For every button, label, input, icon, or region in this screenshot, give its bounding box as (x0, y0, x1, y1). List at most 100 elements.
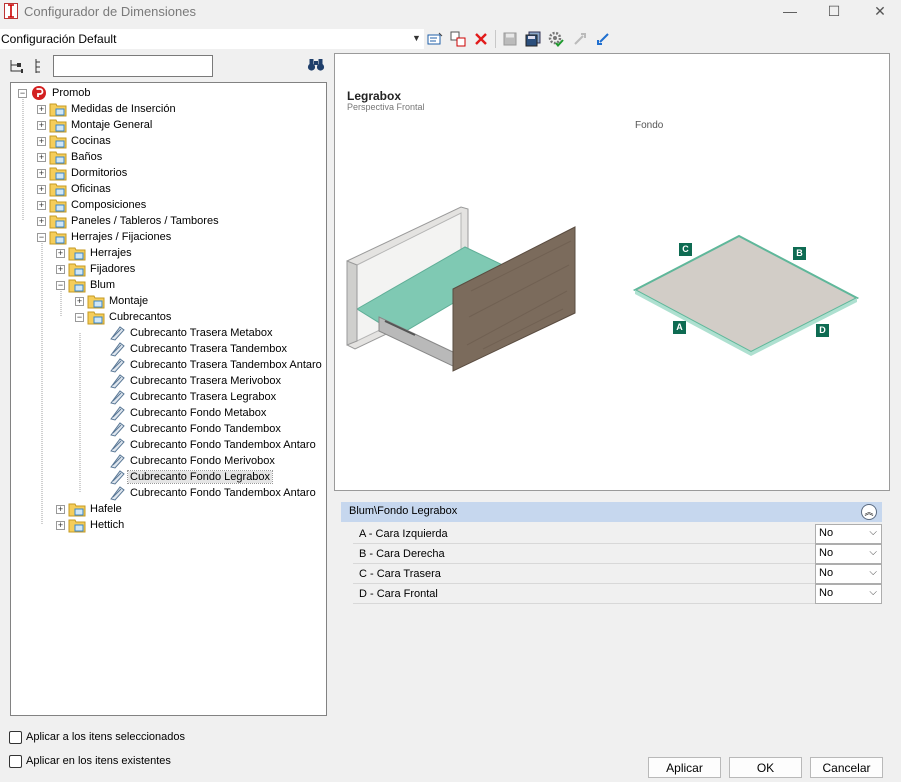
tree-node-herrajes-fijaciones[interactable]: − Herrajes / Fijaciones (37, 229, 173, 245)
delete-config-icon[interactable] (471, 29, 491, 49)
collapse-toggle[interactable]: − (75, 312, 84, 322)
tree-leaf[interactable]: Cubrecanto Fondo Tandembox (108, 421, 283, 437)
tree-leaf[interactable]: Cubrecanto Trasera Metabox (108, 325, 274, 341)
expand-toggle[interactable]: + (37, 184, 46, 194)
tree-node-label: Dormitorios (71, 167, 128, 179)
folder-icon (49, 151, 67, 165)
collapse-toggle[interactable]: − (37, 232, 46, 242)
property-group-header[interactable]: Blum\Fondo Legrabox ︽ (341, 502, 882, 522)
chevron-down-icon[interactable]: ⌵ (869, 547, 877, 558)
chevron-down-icon[interactable]: ⌵ (869, 567, 877, 578)
expand-toggle[interactable]: + (37, 200, 46, 210)
tree-node-label: Promob (52, 87, 91, 99)
folder-icon (87, 295, 105, 309)
property-label: B - Cara Derecha (359, 548, 445, 560)
tree-node-montaje[interactable]: + Montaje (75, 293, 150, 309)
apply-existing-label: Aplicar en los itens existentes (26, 755, 171, 767)
tree-leaf[interactable]: Cubrecanto Trasera Tandembox (108, 341, 289, 357)
property-select-a[interactable]: No ⌵ (815, 524, 882, 544)
tree-node-promob[interactable]: − Promob (18, 85, 93, 101)
tree-leaf[interactable]: Cubrecanto Trasera Legrabox (108, 389, 278, 405)
chevron-down-icon[interactable]: ⌵ (869, 587, 877, 598)
property-label: C - Cara Trasera (359, 568, 441, 580)
collapse-up-icon[interactable]: ︽ (861, 504, 877, 520)
expand-toggle[interactable]: + (37, 120, 46, 130)
tree-node-blum[interactable]: − Blum (56, 277, 117, 293)
binoculars-icon[interactable] (307, 58, 325, 74)
tree-leaf[interactable]: Cubrecanto Fondo Metabox (108, 405, 268, 421)
tree-node-label: Medidas de Inserción (71, 103, 176, 115)
window-title: Configurador de Dimensiones (24, 4, 196, 19)
expand-tree-icon[interactable] (8, 58, 24, 74)
tree-node-label: Cubrecanto Fondo Legrabox (126, 470, 274, 484)
ok-button[interactable]: OK (729, 757, 802, 778)
marker-d: D (816, 324, 829, 337)
apply-existing-checkbox[interactable] (9, 755, 22, 768)
cancel-button[interactable]: Cancelar (810, 757, 883, 778)
expand-toggle[interactable]: + (56, 504, 65, 514)
tree-node-herrajes[interactable]: + Herrajes (56, 245, 134, 261)
collapse-toggle[interactable]: − (56, 280, 65, 290)
tree-leaf-selected[interactable]: Cubrecanto Fondo Legrabox (108, 469, 274, 485)
property-select-d[interactable]: No ⌵ (815, 584, 882, 604)
collapse-toggle[interactable]: − (18, 88, 27, 98)
import-icon[interactable] (593, 29, 613, 49)
minimize-button[interactable]: — (770, 0, 810, 22)
tree-leaf[interactable]: Cubrecanto Fondo Tandembox Antaro (108, 485, 318, 501)
expand-toggle[interactable]: + (37, 216, 46, 226)
tree-node-cubrecantos[interactable]: − Cubrecantos (75, 309, 173, 325)
expand-toggle[interactable]: + (56, 520, 65, 530)
copy-config-icon[interactable] (448, 29, 468, 49)
save-icon[interactable] (500, 29, 520, 49)
toolbar-divider (495, 30, 496, 48)
tree-node-medidas[interactable]: + Medidas de Inserción (37, 101, 178, 117)
tree-leaf[interactable]: Cubrecanto Trasera Merivobox (108, 373, 283, 389)
expand-toggle[interactable]: + (37, 152, 46, 162)
folder-icon (49, 215, 67, 229)
expand-toggle[interactable]: + (56, 248, 65, 258)
apply-selected-checkbox[interactable] (9, 731, 22, 744)
property-select-c[interactable]: No ⌵ (815, 564, 882, 584)
catalog-tree[interactable]: − Promob + Medidas de Inserción + Montaje … (10, 82, 327, 716)
property-value: No (819, 547, 834, 559)
property-select-b[interactable]: No ⌵ (815, 544, 882, 564)
tree-node-label: Cubrecanto Fondo Metabox (130, 407, 267, 419)
export-disabled-icon[interactable] (570, 29, 590, 49)
expand-toggle[interactable]: + (37, 168, 46, 178)
tree-search-input[interactable] (53, 55, 213, 77)
tree-leaf[interactable]: Cubrecanto Trasera Tandembox Antaro (108, 357, 324, 373)
tree-leaf[interactable]: Cubrecanto Fondo Tandembox Antaro (108, 437, 318, 453)
tree-leaf[interactable]: Cubrecanto Fondo Merivobox (108, 453, 277, 469)
expand-toggle[interactable]: + (37, 104, 46, 114)
marker-c: C (679, 243, 692, 256)
edit-config-icon[interactable] (425, 29, 445, 49)
tree-node-montaje-general[interactable]: + Montaje General (37, 117, 154, 133)
tree-node-hettich[interactable]: + Hettich (56, 517, 126, 533)
close-window-button[interactable]: ✕ (860, 0, 900, 22)
folder-icon (49, 183, 67, 197)
tree-node-fijadores[interactable]: + Fijadores (56, 261, 137, 277)
tree-node-banos[interactable]: + Baños (37, 149, 104, 165)
tree-node-composiciones[interactable]: + Composiciones (37, 197, 148, 213)
tree-node-cocinas[interactable]: + Cocinas (37, 133, 113, 149)
tree-node-label: Montaje (109, 295, 149, 307)
save-all-icon[interactable] (523, 29, 543, 49)
tree-node-dormitorios[interactable]: + Dormitorios (37, 165, 129, 181)
tree-node-label: Oficinas (71, 183, 111, 195)
chevron-down-icon[interactable]: ⌵ (869, 527, 877, 538)
settings-check-icon[interactable] (546, 29, 566, 49)
tree-node-paneles[interactable]: + Paneles / Tableros / Tambores (37, 213, 221, 229)
edge-tag-icon (110, 422, 125, 437)
tree-node-oficinas[interactable]: + Oficinas (37, 181, 113, 197)
apply-button[interactable]: Aplicar (648, 757, 721, 778)
expand-toggle[interactable]: + (75, 296, 84, 306)
expand-toggle[interactable]: + (37, 136, 46, 146)
expand-toggle[interactable]: + (56, 264, 65, 274)
folder-icon (49, 135, 67, 149)
collapse-tree-icon[interactable] (33, 58, 45, 74)
maximize-button[interactable]: ☐ (814, 0, 854, 22)
chevron-down-icon[interactable]: ▼ (412, 33, 421, 43)
configuration-select[interactable]: Configuración Default (0, 29, 424, 49)
tree-node-hafele[interactable]: + Hafele (56, 501, 124, 517)
tree-node-label: Paneles / Tableros / Tambores (71, 215, 219, 227)
